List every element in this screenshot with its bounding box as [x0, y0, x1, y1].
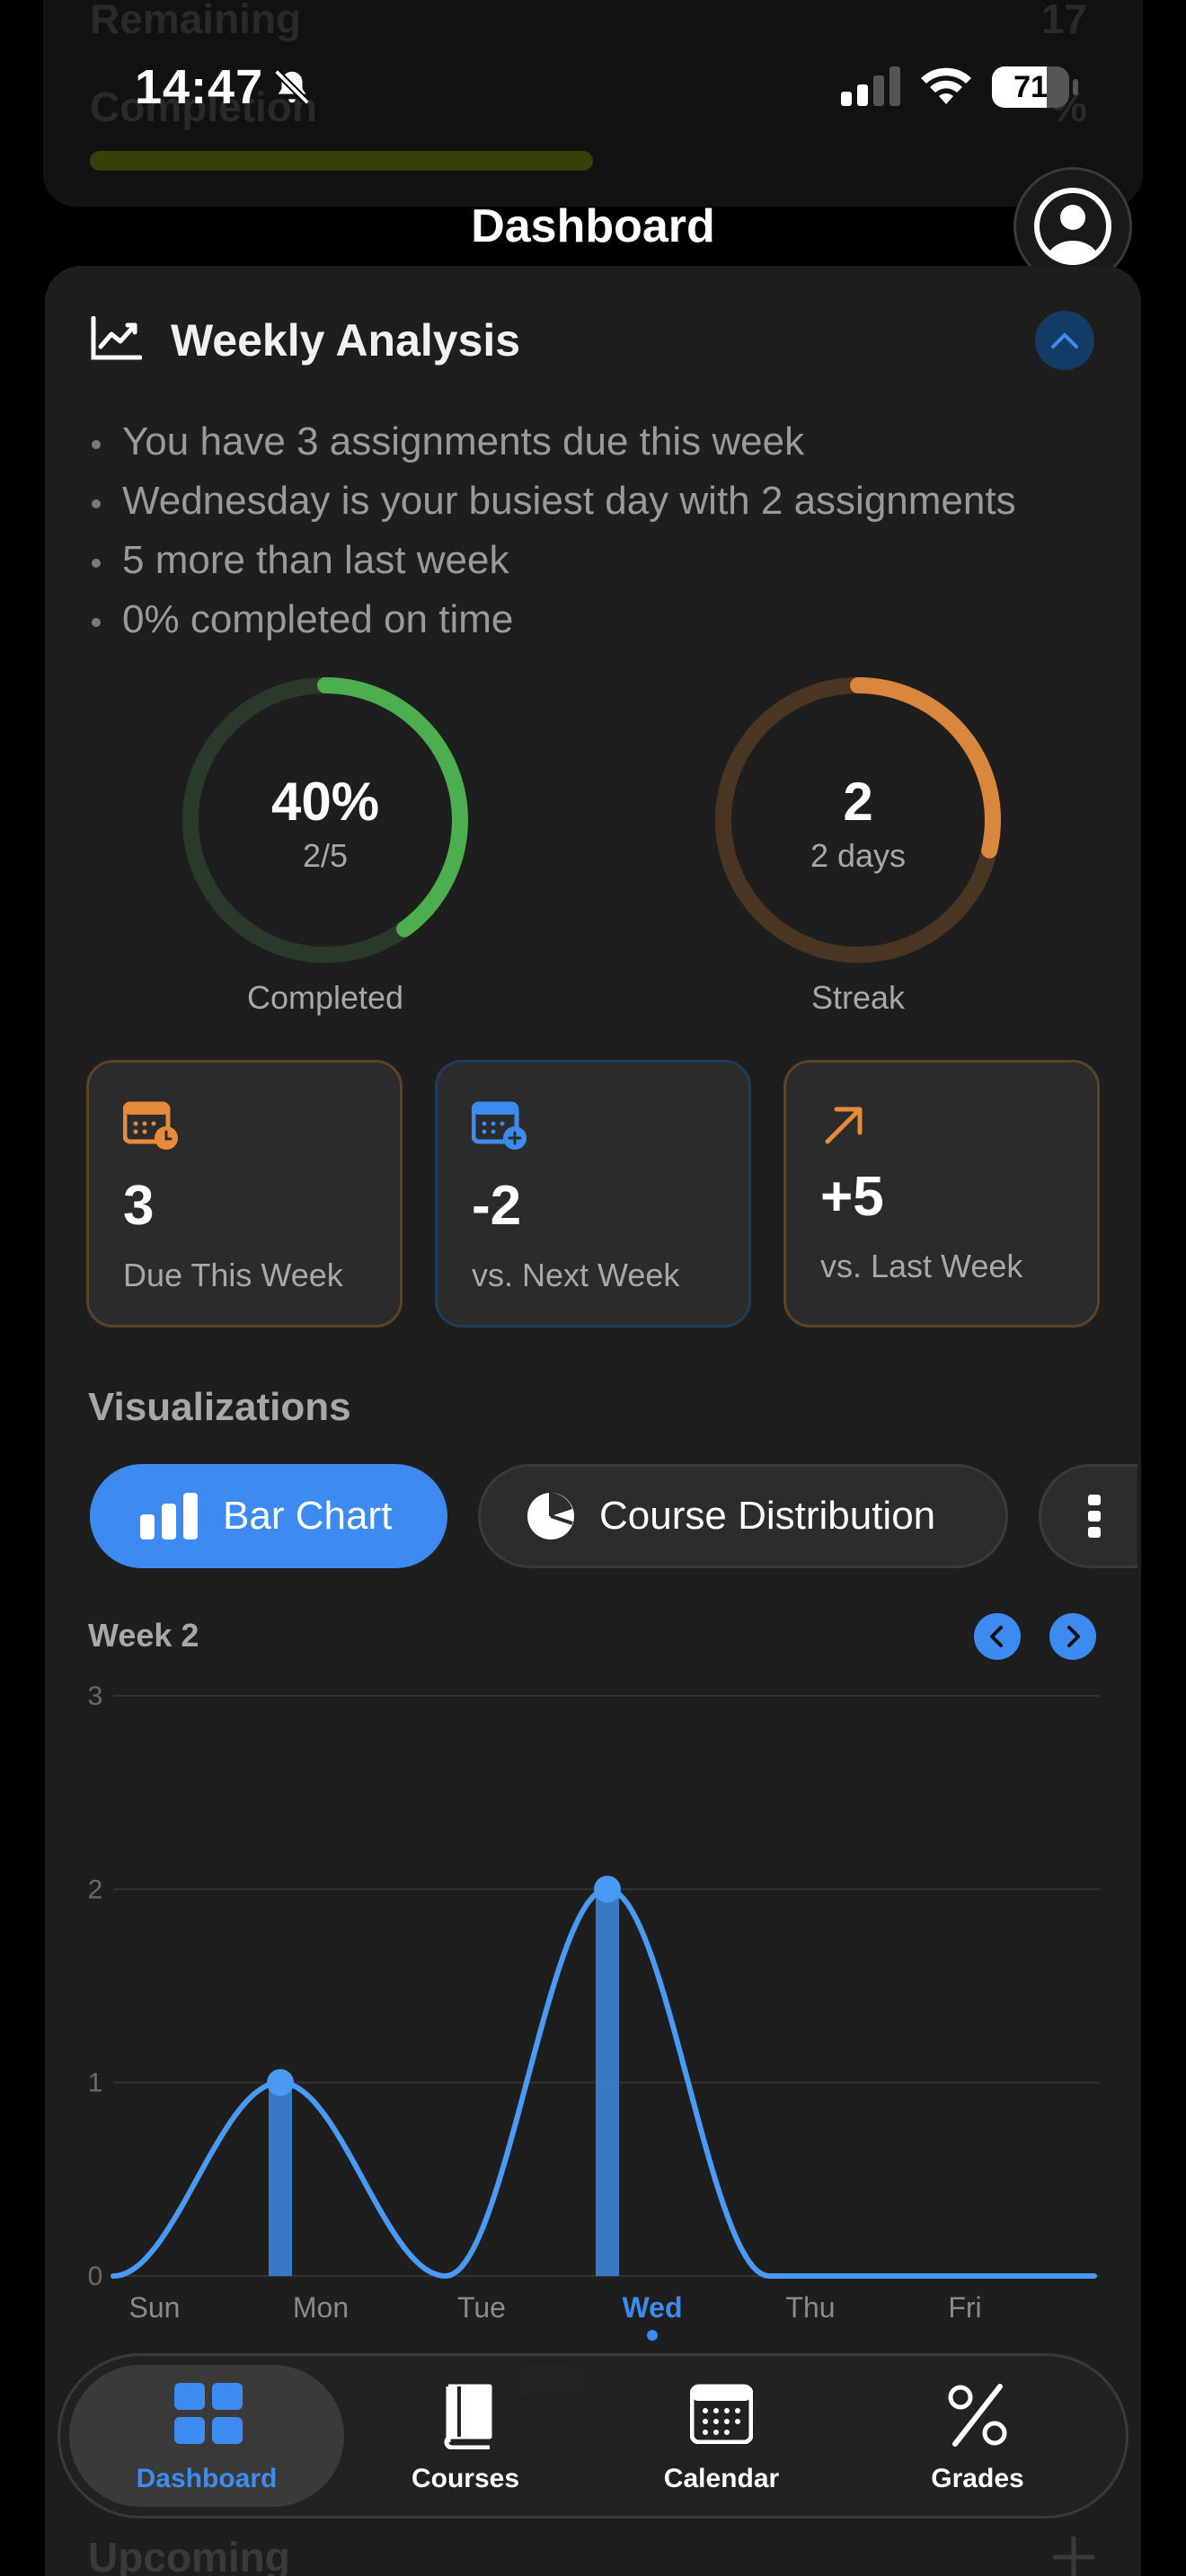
- week-label: Week 2: [88, 1617, 199, 1654]
- bell-slash-icon: [274, 69, 310, 105]
- bar: [596, 1889, 619, 2276]
- course-distribution-tab[interactable]: Course Distribution: [478, 1464, 1008, 1568]
- x-tick-label: Thu: [785, 2291, 835, 2324]
- analysis-bullet: 5 more than last week: [86, 534, 1016, 593]
- vs-next-week-card[interactable]: -2 vs. Next Week: [435, 1060, 751, 1328]
- y-tick-label: 3: [88, 1681, 103, 1711]
- tab-bar: Dashboard Courses Calendar Grades: [58, 2353, 1128, 2519]
- calendar-plus-icon: [472, 1101, 527, 1150]
- x-tick-label-selected: Wed: [623, 2291, 683, 2324]
- percent-icon: [948, 2384, 1007, 2447]
- y-tick-label: 2: [88, 1875, 103, 1904]
- tab-dashboard[interactable]: Dashboard: [76, 2356, 337, 2516]
- cellular-signal-icon: [841, 66, 900, 106]
- due-this-week-label: Due This Week: [123, 1257, 343, 1293]
- course-distribution-tab-label: Course Distribution: [599, 1494, 936, 1538]
- grid-icon: [174, 2383, 243, 2444]
- vs-next-week-value: -2: [472, 1175, 522, 1237]
- x-tick-label: Fri: [948, 2291, 981, 2324]
- x-tick-label: Sun: [129, 2291, 181, 2324]
- battery-icon: 71: [992, 66, 1078, 108]
- remaining-value: 17: [1040, 0, 1087, 42]
- bar: [269, 2082, 292, 2276]
- upcoming-title: Upcoming: [88, 2534, 290, 2576]
- analysis-bullet-list: You have 3 assignments due this week Wed…: [86, 415, 1016, 652]
- x-tick-label: Mon: [293, 2291, 349, 2324]
- weekly-bar-chart: 0 1 2 3 Sun Mon Tue Wed Thu Fri: [88, 1681, 1100, 2341]
- previous-week-button[interactable]: [974, 1613, 1021, 1660]
- data-point: [267, 2069, 294, 2096]
- tab-grades-label: Grades: [931, 2464, 1024, 2493]
- completed-percent: 40%: [270, 772, 380, 832]
- y-tick-label: 1: [88, 2069, 103, 2098]
- streak-value: 2: [843, 772, 873, 832]
- analysis-bullet: Wednesday is your busiest day with 2 ass…: [86, 474, 1016, 534]
- status-time: 14:47: [135, 60, 264, 114]
- collapse-button[interactable]: [1035, 311, 1094, 370]
- x-tick-label: Tue: [457, 2291, 506, 2324]
- due-this-week-card[interactable]: 3 Due This Week: [86, 1060, 403, 1328]
- list-icon: [1088, 1495, 1101, 1538]
- completion-progress-bar: [90, 151, 593, 171]
- calendar-clock-icon: [123, 1101, 178, 1150]
- pie-chart-icon: [527, 1493, 574, 1539]
- vs-next-week-label: vs. Next Week: [472, 1257, 680, 1293]
- y-tick-label: 0: [88, 2262, 103, 2291]
- remaining-label: Remaining: [90, 0, 302, 42]
- bar-chart-icon: [140, 1493, 198, 1539]
- visualizations-title: Visualizations: [88, 1385, 351, 1429]
- streak-label: Streak: [810, 979, 906, 1016]
- vs-last-week-card[interactable]: +5 vs. Last Week: [783, 1060, 1100, 1328]
- wifi-icon: [921, 67, 971, 104]
- chevron-left-icon: [990, 1626, 1003, 1647]
- due-this-week-value: 3: [123, 1175, 155, 1237]
- trend-chart-icon: [91, 316, 142, 360]
- completed-label: Completed: [246, 979, 404, 1016]
- arrow-up-right-icon: [825, 1107, 863, 1144]
- bar-chart-tab[interactable]: Bar Chart: [90, 1464, 447, 1568]
- book-icon: [444, 2384, 492, 2449]
- chevron-up-icon: [1051, 333, 1078, 348]
- data-point: [594, 1875, 621, 1903]
- next-week-button[interactable]: [1049, 1613, 1096, 1660]
- tab-courses-label: Courses: [411, 2464, 520, 2493]
- battery-percent: 71: [1013, 70, 1048, 104]
- plus-icon[interactable]: [1051, 2535, 1096, 2576]
- calendar-icon: [690, 2384, 753, 2444]
- weekly-analysis-title: Weekly Analysis: [171, 315, 521, 366]
- tab-courses[interactable]: Courses: [335, 2356, 596, 2516]
- completed-fraction: 2/5: [302, 837, 349, 874]
- vs-last-week-label: vs. Last Week: [820, 1248, 1023, 1284]
- tab-dashboard-label: Dashboard: [136, 2464, 278, 2493]
- chevron-right-icon: [1067, 1626, 1080, 1647]
- streak-days: 2 days: [810, 837, 907, 874]
- analysis-bullet: 0% completed on time: [86, 593, 1016, 652]
- bar-chart-tab-label: Bar Chart: [223, 1494, 393, 1538]
- selected-day-dot: [647, 2330, 658, 2341]
- tab-calendar-label: Calendar: [663, 2464, 780, 2493]
- third-visualization-tab[interactable]: [1039, 1464, 1137, 1568]
- tab-calendar[interactable]: Calendar: [591, 2356, 852, 2516]
- tab-grades[interactable]: Grades: [847, 2356, 1108, 2516]
- page-title: Dashboard: [471, 200, 715, 252]
- analysis-bullet: You have 3 assignments due this week: [86, 415, 1016, 474]
- person-circle-icon: [1034, 188, 1111, 265]
- vs-last-week-value: +5: [820, 1166, 884, 1228]
